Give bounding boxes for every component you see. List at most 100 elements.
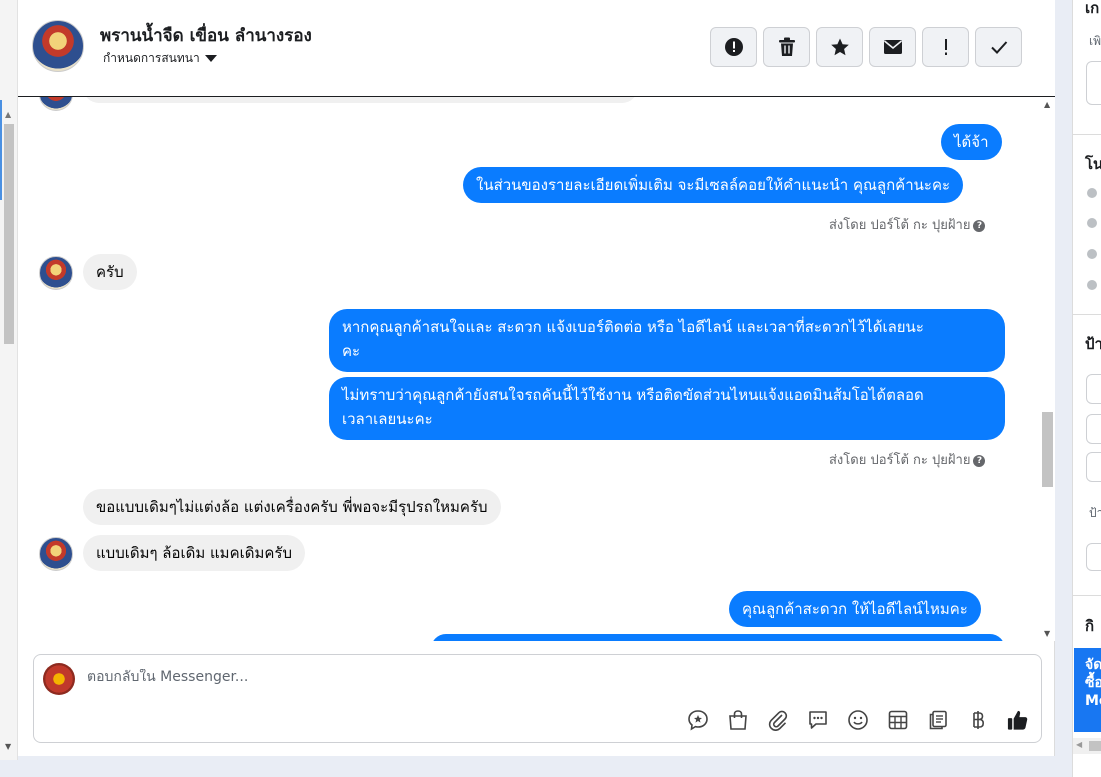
label-chip[interactable] xyxy=(1086,414,1101,444)
contact-avatar-small[interactable] xyxy=(39,537,73,571)
spam-icon xyxy=(724,38,743,56)
contact-avatar[interactable] xyxy=(32,20,84,72)
message-bubble-outgoing: หากคุณลูกค้าสนใจและ สะดวก แจ้งเบอร์ติดต่… xyxy=(329,309,1005,372)
message-template-button[interactable] xyxy=(806,708,829,731)
mark-done-button[interactable] xyxy=(975,27,1022,67)
like-button[interactable] xyxy=(1006,708,1029,731)
notes-button[interactable] xyxy=(926,708,949,731)
panel-heading-top: เก xyxy=(1085,0,1100,17)
scroll-down-arrow-icon[interactable]: ▼ xyxy=(1044,629,1050,638)
sent-by-label: ส่งโดย ปอร์โต้ กะ ปุยฝ้าย? xyxy=(829,449,986,470)
star-icon xyxy=(830,38,849,56)
page-scrollbar[interactable]: ▲ ▼ xyxy=(0,0,18,760)
scroll-left-arrow-icon[interactable]: ◀ xyxy=(1076,740,1082,749)
mail-icon xyxy=(883,40,902,54)
saved-reply-button[interactable] xyxy=(686,708,709,731)
thumbs-up-icon xyxy=(1007,710,1028,730)
panel-input-box[interactable] xyxy=(1086,61,1101,105)
message-bubble-incoming-partial xyxy=(83,97,638,103)
document-icon xyxy=(929,710,947,729)
contact-avatar-small[interactable] xyxy=(39,97,73,111)
message-line: หากคุณลูกค้าสนใจและ สะดวก แจ้งเบอร์ติดต่… xyxy=(342,318,924,336)
label-chip[interactable] xyxy=(1086,452,1101,482)
message-bubble-outgoing-partial xyxy=(431,634,1005,641)
panel-promo-banner[interactable]: จัด ซื้อ Mo xyxy=(1074,648,1101,732)
message-bubble-incoming: ขอแบบเดิมๆไม่แต่งล้อ แต่งเครื่องครับ พี่… xyxy=(83,489,501,525)
message-thread[interactable]: ได้จ้า ในส่วนของรายละเอียดเพิ่มเติม จะมี… xyxy=(18,97,1040,641)
panel-subtext-1: เพิ xyxy=(1089,34,1101,48)
payment-button[interactable] xyxy=(966,708,989,731)
reply-input[interactable] xyxy=(87,669,687,685)
scroll-up-arrow-icon[interactable]: ▲ xyxy=(1044,100,1050,109)
conversation-panel: พรานน้ำจืด เขื่อน ลำนางรอง กำหนดการสนทนา xyxy=(18,0,1055,756)
star-button[interactable] xyxy=(816,27,863,67)
calendar-grid-icon xyxy=(888,710,907,729)
location-pin-icon xyxy=(1087,280,1097,290)
caret-down-icon xyxy=(204,55,217,62)
help-icon[interactable]: ? xyxy=(973,454,986,467)
briefcase-icon xyxy=(1087,218,1097,228)
thread-scroll-thumb[interactable] xyxy=(1042,412,1053,487)
scroll-up-arrow-icon[interactable]: ▲ xyxy=(5,110,11,119)
message-bubble-outgoing: ในส่วนของรายละเอียดเพิ่มเติม จะมีเซลล์คอ… xyxy=(463,167,964,203)
help-icon[interactable]: ? xyxy=(973,219,986,232)
clock-icon xyxy=(1087,188,1097,198)
appointment-button[interactable] xyxy=(886,708,909,731)
exclamation-icon xyxy=(944,39,947,55)
message-line: คะ xyxy=(342,342,361,360)
panel-heading-activity: กิ xyxy=(1085,617,1095,635)
panel-subtext-2: ป้า xyxy=(1089,506,1101,520)
check-icon xyxy=(990,41,1007,54)
chat-bubble-icon xyxy=(808,710,827,729)
baht-currency-icon xyxy=(972,710,984,729)
page-avatar xyxy=(43,663,75,695)
message-bubble-outgoing: ได้จ้า xyxy=(941,124,1002,160)
attach-button[interactable] xyxy=(766,708,789,731)
add-label-input[interactable] xyxy=(1086,543,1101,571)
right-side-panel: เก เพิ โน ป้า ป้า กิ จัด ซื้อ Mo ◀ xyxy=(1072,0,1101,777)
header-actions xyxy=(710,27,1022,67)
saved-reply-icon xyxy=(687,709,708,731)
banner-line: ซื้อ xyxy=(1085,675,1101,691)
reply-composer xyxy=(33,654,1042,743)
shop-button[interactable] xyxy=(726,708,749,731)
panel-divider xyxy=(1073,595,1101,596)
contact-avatar-small[interactable] xyxy=(39,256,73,290)
message-bubble-incoming: แบบเดิมๆ ล้อเดิม แมคเดิมครับ xyxy=(83,535,305,571)
left-edge-accent xyxy=(0,100,2,200)
message-bubble-outgoing: คุณลูกค้าสะดวก ให้ไอดีไลน์ไหมคะ xyxy=(729,591,981,627)
mark-spam-button[interactable] xyxy=(710,27,757,67)
thread-scrollbar[interactable]: ▲ ▼ xyxy=(1040,97,1055,641)
panel-divider xyxy=(1073,134,1101,135)
delete-button[interactable] xyxy=(763,27,810,67)
panel-heading-notes: โน xyxy=(1085,155,1101,173)
panel-heading-labels: ป้า xyxy=(1085,335,1101,353)
follow-up-button[interactable] xyxy=(922,27,969,67)
page-scroll-thumb[interactable] xyxy=(4,124,14,344)
label-chip[interactable] xyxy=(1086,374,1101,404)
mark-unread-button[interactable] xyxy=(869,27,916,67)
message-line: ไม่ทราบว่าคุณลูกค้ายังสนใจรถคันนี้ไว้ใช้… xyxy=(342,386,924,404)
conversation-header: พรานน้ำจืด เขื่อน ลำนางรอง กำหนดการสนทนา xyxy=(18,0,1055,97)
scroll-down-arrow-icon[interactable]: ▼ xyxy=(5,742,11,751)
panel-scroll-thumb[interactable] xyxy=(1089,741,1101,751)
sent-by-text: ส่งโดย ปอร์โต้ กะ ปุยฝ้าย xyxy=(829,453,971,468)
contact-name[interactable]: พรานน้ำจืด เขื่อน ลำนางรอง xyxy=(100,22,312,49)
banner-line: จัด xyxy=(1085,657,1101,673)
paperclip-icon xyxy=(768,710,787,731)
panel-divider xyxy=(1073,314,1101,315)
smiley-icon xyxy=(847,709,868,730)
emoji-button[interactable] xyxy=(846,708,869,731)
trash-icon xyxy=(778,37,795,56)
composer-toolbar xyxy=(686,708,1029,731)
conversation-schedule-dropdown[interactable]: กำหนดการสนทนา xyxy=(103,49,217,68)
banner-line: Mo xyxy=(1085,693,1101,709)
panel-horizontal-scrollbar[interactable]: ◀ xyxy=(1073,738,1101,754)
conversation-schedule-label: กำหนดการสนทนา xyxy=(103,51,200,65)
sent-by-text: ส่งโดย ปอร์โต้ กะ ปุยฝ้าย xyxy=(829,218,971,233)
shopping-bag-icon xyxy=(728,709,747,730)
message-bubble-incoming: ครับ xyxy=(83,254,137,290)
message-line: เวลาเลยนะคะ xyxy=(342,410,433,428)
message-bubble-outgoing: ไม่ทราบว่าคุณลูกค้ายังสนใจรถคันนี้ไว้ใช้… xyxy=(329,377,1005,440)
graduation-cap-icon xyxy=(1087,249,1097,259)
